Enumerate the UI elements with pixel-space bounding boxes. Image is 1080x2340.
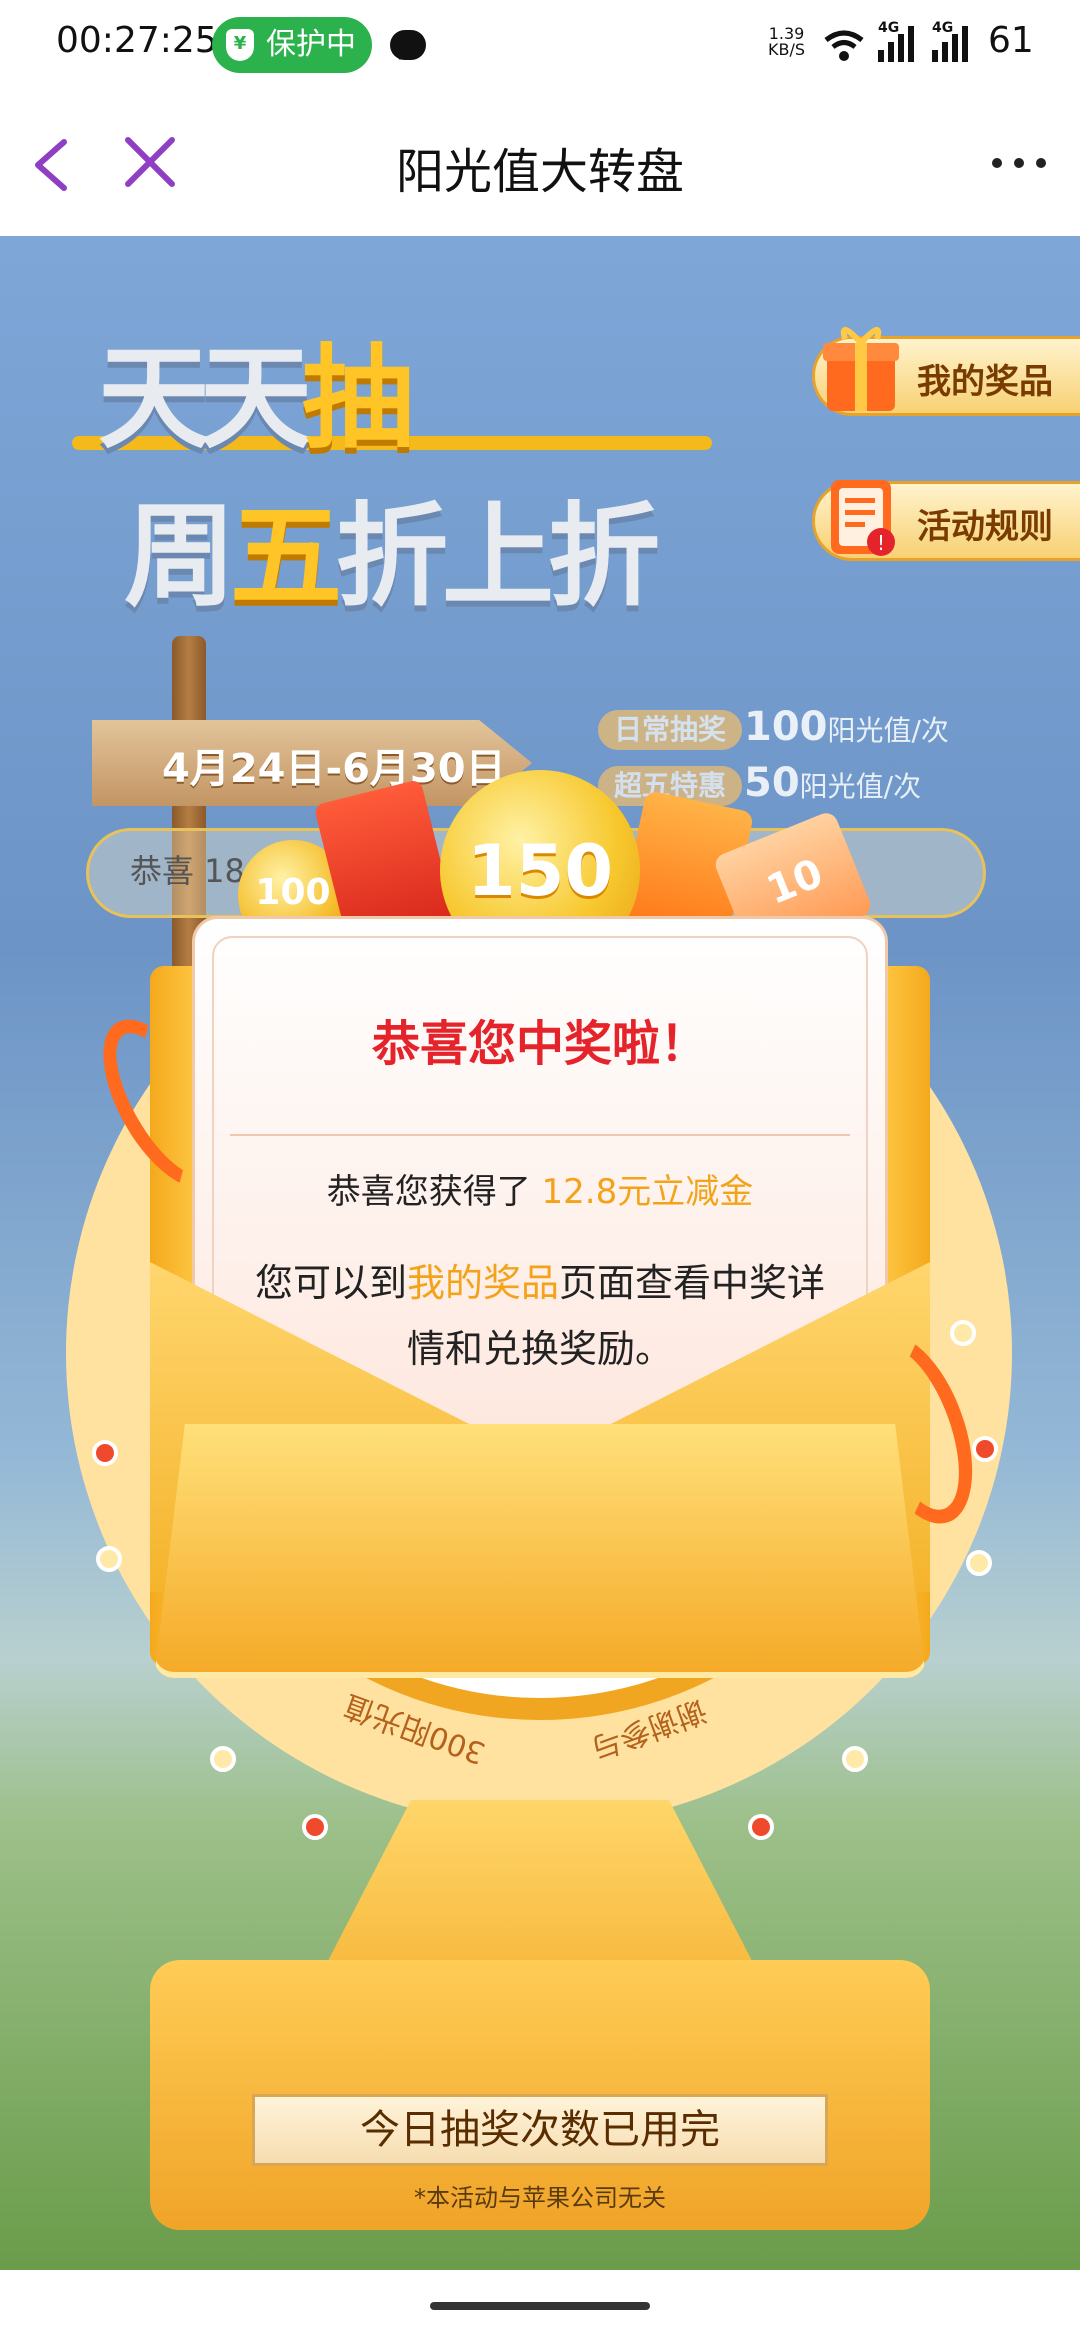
winner-marquee-text: 恭喜 18 xyxy=(130,852,245,890)
battery-level: 61 xyxy=(988,20,1034,61)
hero-text-highlight: 五 xyxy=(230,492,342,622)
wheel-light xyxy=(950,1320,976,1346)
chat-bubble-icon xyxy=(390,30,426,60)
daily-cost-unit: 阳光值/次 xyxy=(827,714,949,747)
super-five-cost: 50阳光值/次 xyxy=(744,760,921,806)
home-indicator[interactable] xyxy=(430,2302,650,2310)
wheel-light xyxy=(210,1746,236,1772)
prize-won-prefix: 恭喜您获得了 xyxy=(326,1172,531,1212)
hero-text: 折上折 xyxy=(336,492,660,622)
hero-title-line2: 周五折上折 xyxy=(124,466,660,628)
page-title: 阳光值大转盘 xyxy=(395,144,684,200)
hero-text: 天天 xyxy=(98,334,312,464)
my-prizes-link[interactable]: 我的奖品 xyxy=(407,1261,559,1305)
super-cost-unit: 阳光值/次 xyxy=(799,770,922,803)
prize-won-text: 恭喜您获得了 12.8元立减金 xyxy=(192,1164,888,1213)
wheel-light xyxy=(966,1550,992,1576)
disclaimer: *本活动与苹果公司无关 xyxy=(414,2184,666,2212)
coin-big-value: 150 xyxy=(466,830,614,912)
wheel-light xyxy=(302,1814,328,1840)
signal-icon: 4G xyxy=(932,20,972,70)
svg-text:!: ! xyxy=(877,531,885,555)
my-prizes-button[interactable]: 我的奖品 xyxy=(812,327,1080,416)
net-speed-unit: KB/S xyxy=(768,40,806,59)
daily-draw-cost: 100阳光值/次 xyxy=(744,704,949,750)
wheel-light xyxy=(842,1746,868,1772)
nav-bar: 阳光值大转盘 xyxy=(0,92,1080,236)
info-prefix: 您可以到 xyxy=(254,1261,407,1305)
event-date-range: 4月24日-6月30日 xyxy=(162,746,506,792)
protect-badge: ¥ 保护中 xyxy=(212,17,372,73)
divider xyxy=(230,1134,850,1136)
daily-draw-tag: 日常抽奖 xyxy=(598,710,743,750)
wheel-light xyxy=(972,1436,998,1462)
rules-document-icon: ! xyxy=(831,480,895,556)
coupon-ticket-value: 10 xyxy=(760,850,830,914)
hero-text-highlight: 抽 xyxy=(302,334,414,464)
wheel-light xyxy=(96,1546,122,1572)
more-icon[interactable] xyxy=(992,158,1052,174)
envelope-front xyxy=(154,1424,926,1678)
my-prizes-label: 我的奖品 xyxy=(917,362,1053,402)
prize-title: 恭喜您中奖啦！ xyxy=(371,1016,708,1072)
hero-title-line1: 天天抽 xyxy=(98,308,414,470)
prize-name: 12.8元立减金 xyxy=(541,1172,754,1212)
wifi-icon xyxy=(824,30,864,61)
net-speed: 1.39 KB/S xyxy=(768,26,805,58)
gift-icon xyxy=(823,327,899,411)
network-type-label: 4G xyxy=(932,20,954,36)
wheel-light xyxy=(748,1814,774,1840)
signal-icon: 4G xyxy=(878,20,918,70)
shield-icon: ¥ xyxy=(226,29,254,61)
protect-label: 保护中 xyxy=(266,27,356,62)
rules-label: 活动规则 xyxy=(917,507,1053,547)
wheel-light xyxy=(92,1440,118,1466)
network-type-label: 4G xyxy=(878,20,900,36)
draws-used-up-button[interactable]: 今日抽奖次数已用完 xyxy=(252,2094,828,2166)
super-cost-value: 50 xyxy=(744,760,800,806)
daily-cost-value: 100 xyxy=(744,704,828,750)
status-bar: 00:27:25 ¥ 保护中 1.39 KB/S 4G 4G 61 xyxy=(0,0,1080,92)
status-time: 00:27:25 xyxy=(56,20,218,61)
rules-button[interactable]: ! 活动规则 xyxy=(812,480,1080,561)
hero-text: 周 xyxy=(124,492,236,622)
